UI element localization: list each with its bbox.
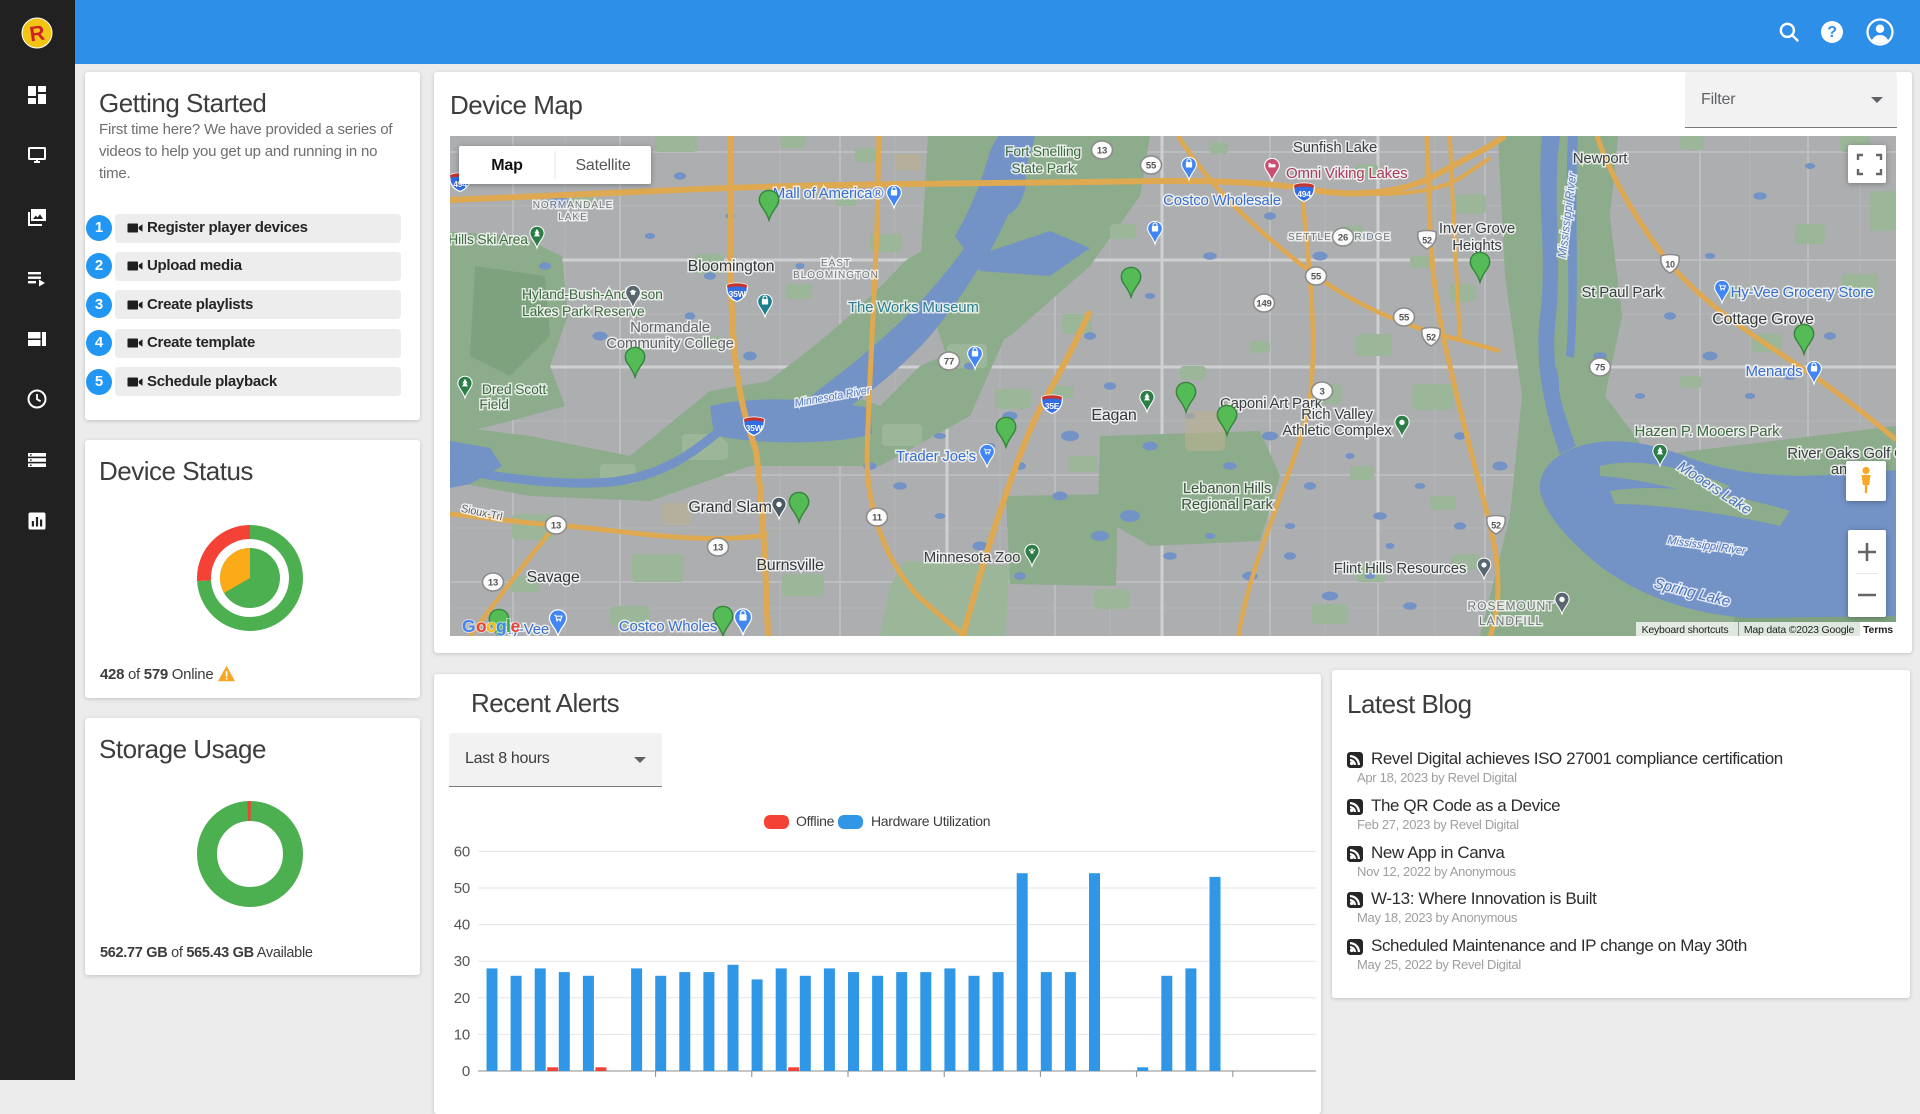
svg-text:Map: Map [491,157,523,174]
svg-text:55: 55 [1146,161,1157,172]
svg-text:Costco Wholes: Costco Wholes [619,618,717,635]
svg-text:Lebanon Hills: Lebanon Hills [1183,480,1271,497]
svg-text:o: o [486,616,497,636]
svg-text:Minnesota Zoo: Minnesota Zoo [924,549,1021,566]
svg-text:Inver Grove: Inver Grove [1439,220,1515,237]
svg-text:13: 13 [713,543,723,554]
svg-text:G: G [462,616,475,636]
svg-text:Satellite: Satellite [575,157,630,174]
svg-text:Eagan: Eagan [1091,407,1136,424]
svg-text:LANDFILL: LANDFILL [1479,614,1543,628]
svg-text:Normandale: Normandale [630,319,710,336]
svg-text:Sunfish Lake: Sunfish Lake [1293,139,1377,156]
svg-text:13: 13 [551,521,561,532]
svg-text:Community College: Community College [606,335,733,352]
svg-text:13: 13 [488,578,498,589]
svg-text:77: 77 [944,357,954,368]
svg-text:Hills Ski Area: Hills Ski Area [450,231,528,247]
svg-text:30: 30 [454,953,470,970]
svg-text:494: 494 [1297,189,1311,199]
svg-text:NORMANDALE: NORMANDALE [533,200,614,211]
svg-text:149: 149 [1256,299,1271,310]
svg-text:The Works Museum: The Works Museum [848,299,979,316]
svg-text:Rich Valley: Rich Valley [1301,406,1373,423]
svg-text:Lakes Park Reserve: Lakes Park Reserve [522,303,645,319]
svg-text:Field: Field [479,396,508,412]
svg-text:75: 75 [1595,363,1606,374]
svg-text:3: 3 [1319,387,1324,398]
svg-text:River Oaks Golf Co: River Oaks Golf Co [1787,445,1896,462]
svg-text:10: 10 [1665,259,1675,269]
svg-text:40: 40 [454,917,470,934]
svg-text:Hyland-Bush-Anderson: Hyland-Bush-Anderson [522,286,663,302]
svg-text:EAST: EAST [821,258,851,269]
svg-text:Fort Snelling: Fort Snelling [1005,143,1081,159]
svg-text:55: 55 [1311,272,1322,283]
svg-text:Trader Joe's: Trader Joe's [896,448,976,465]
svg-text:10: 10 [454,1026,470,1043]
svg-text:35E: 35E [1045,401,1060,411]
svg-text:Savage: Savage [526,569,579,586]
svg-text:ROSEMOUNT: ROSEMOUNT [1468,599,1555,613]
svg-text:Grand Slam: Grand Slam [688,499,771,516]
svg-text:Omni Viking Lakes: Omni Viking Lakes [1286,165,1407,182]
svg-text:0: 0 [462,1063,470,1080]
svg-text:52: 52 [1491,520,1501,530]
svg-text:Map data ©2023 Google: Map data ©2023 Google [1744,624,1855,636]
svg-text:Menards: Menards [1746,363,1803,380]
svg-text:Flint Hills Resources: Flint Hills Resources [1334,560,1467,577]
svg-text:52: 52 [1426,332,1436,342]
svg-text:Regional Park: Regional Park [1181,496,1273,513]
svg-text:Athletic Complex: Athletic Complex [1282,422,1392,439]
svg-text:St Paul Park: St Paul Park [1582,284,1664,301]
svg-text:State Park: State Park [1011,160,1076,176]
svg-text:Dred Scott: Dred Scott [482,381,546,397]
svg-text:60: 60 [454,843,470,860]
svg-text:e: e [511,616,521,636]
svg-text:50: 50 [454,880,470,897]
svg-text:g: g [496,616,507,636]
svg-text:Keyboard shortcuts: Keyboard shortcuts [1642,624,1729,636]
svg-text:35W: 35W [746,423,764,433]
svg-text:Hazen P. Mooers Park: Hazen P. Mooers Park [1635,423,1781,440]
svg-text:13: 13 [1097,146,1107,157]
svg-text:35W: 35W [729,289,747,299]
svg-text:Terms: Terms [1863,624,1893,636]
svg-text:Costco Wholesale: Costco Wholesale [1163,192,1281,209]
svg-text:Burnsville: Burnsville [756,557,824,574]
svg-text:Newport: Newport [1573,150,1628,167]
svg-text:o: o [476,616,487,636]
svg-text:11: 11 [872,513,883,524]
svg-text:26: 26 [1338,233,1348,244]
svg-text:52: 52 [1422,235,1432,245]
svg-text:Heights: Heights [1452,237,1501,254]
svg-text:Bloomington: Bloomington [688,258,775,275]
svg-text:Mall of America®: Mall of America® [773,185,884,202]
svg-text:20: 20 [454,990,470,1007]
svg-text:Hy-Vee Grocery Store: Hy-Vee Grocery Store [1731,284,1874,301]
svg-text:LAKE: LAKE [558,212,588,223]
svg-text:55: 55 [1399,313,1410,324]
svg-text:BLOOMINGTON: BLOOMINGTON [793,270,879,281]
